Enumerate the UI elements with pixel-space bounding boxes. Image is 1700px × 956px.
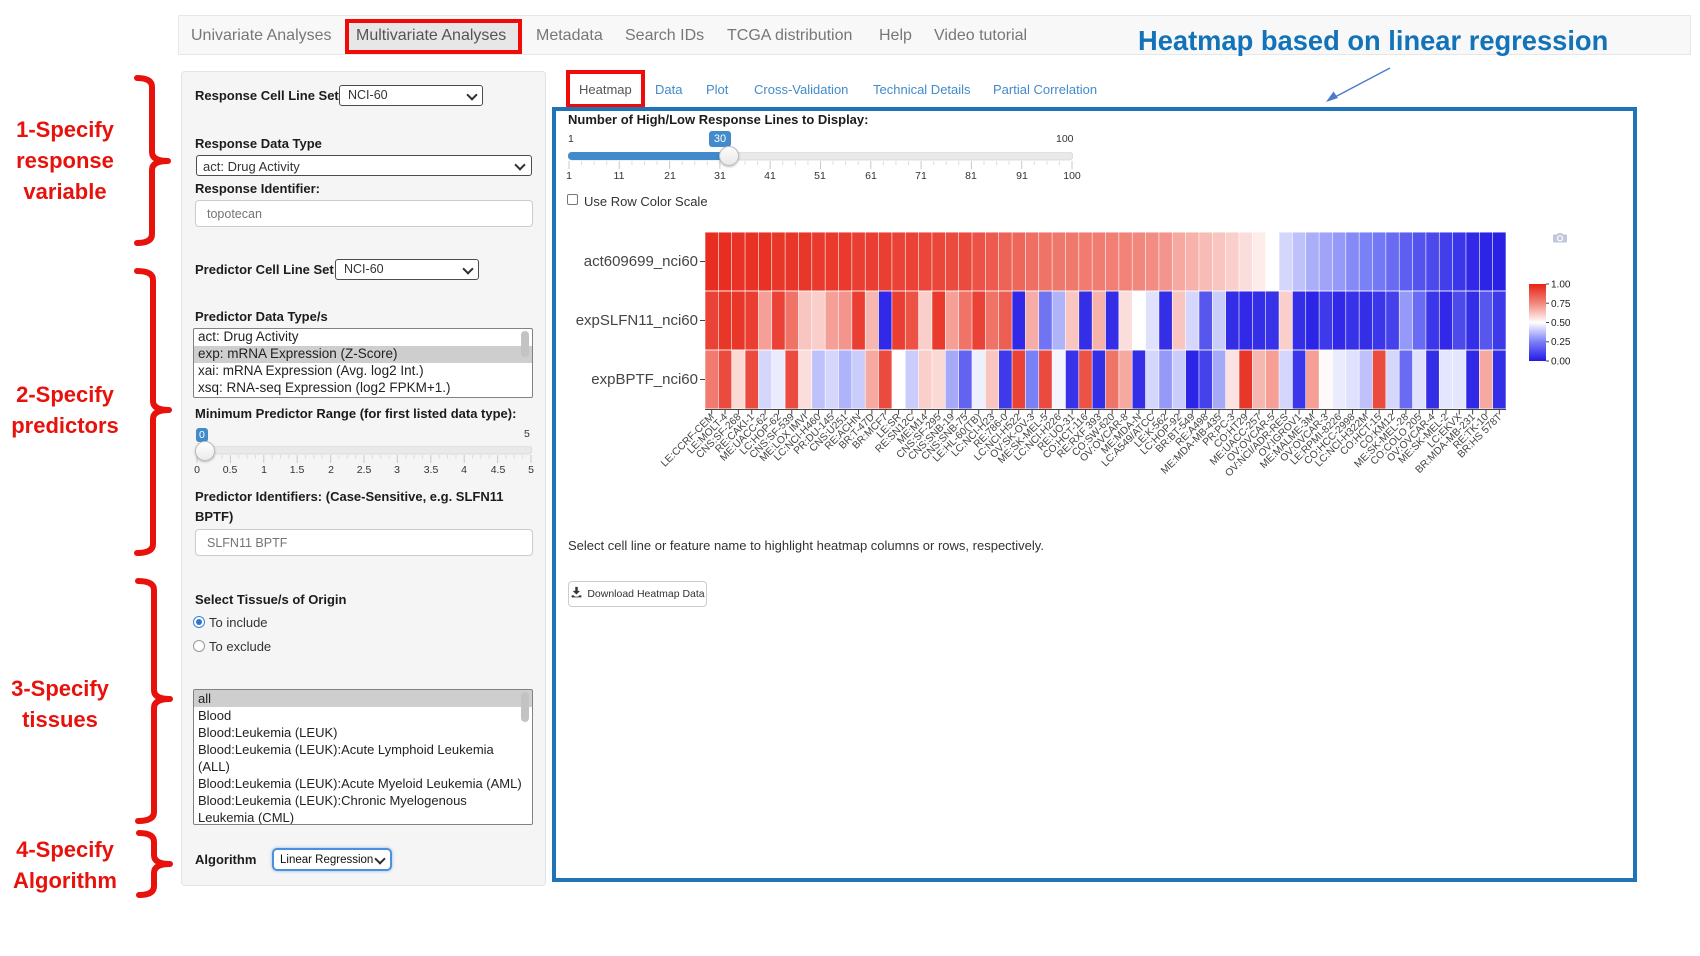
svg-text:0.25: 0.25 [1551,337,1571,348]
svg-text:0.00: 0.00 [1551,357,1571,368]
svg-text:1.00: 1.00 [1551,280,1571,291]
svg-text:0.75: 0.75 [1551,299,1571,310]
svg-text:0.50: 0.50 [1551,318,1571,329]
